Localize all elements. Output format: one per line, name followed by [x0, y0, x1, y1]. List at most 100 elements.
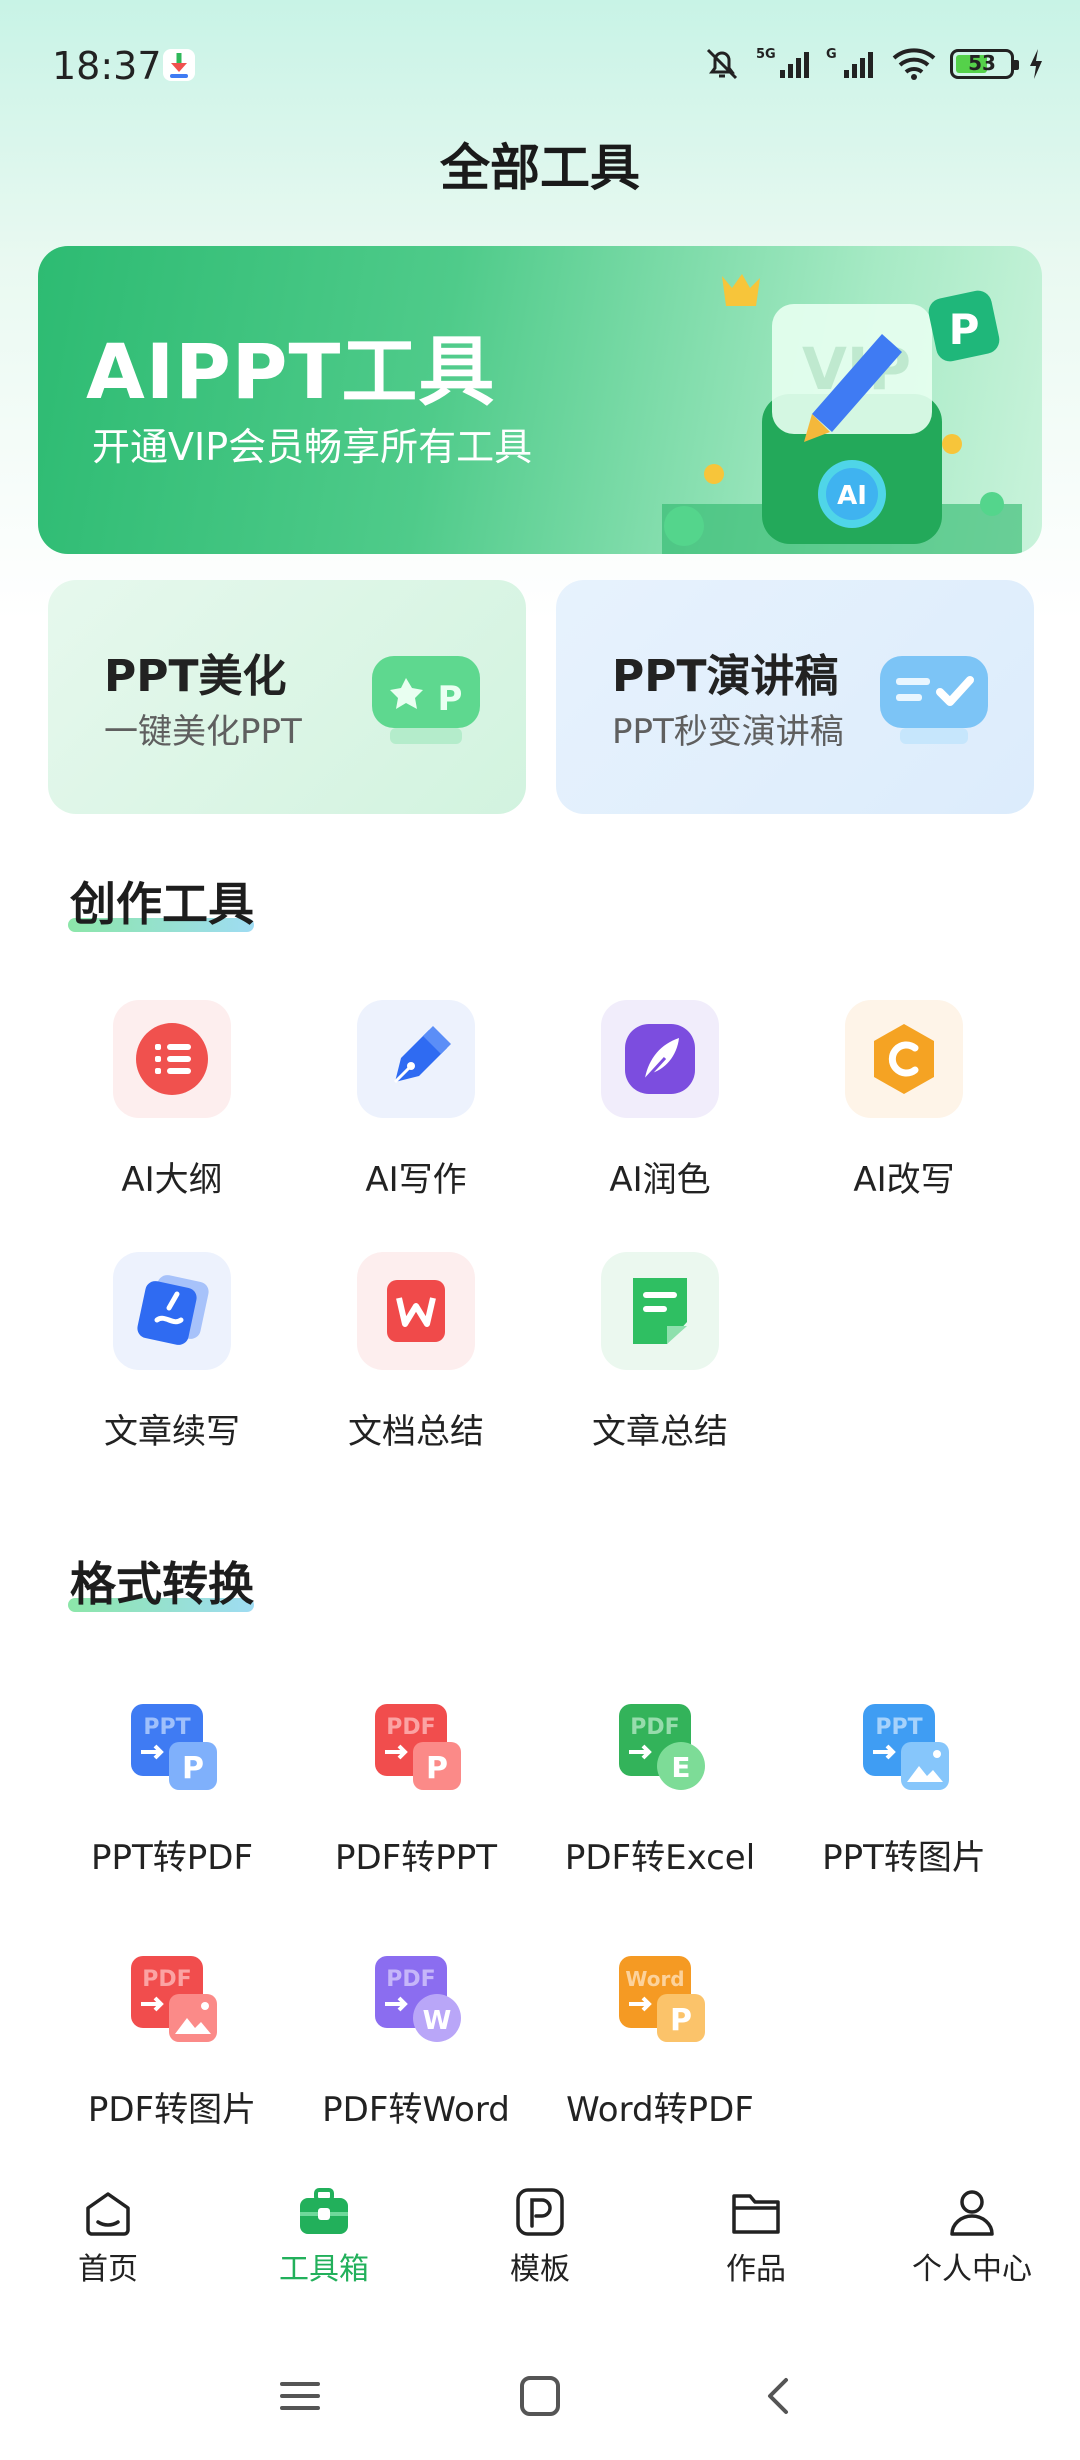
battery-level: 53 — [968, 51, 996, 75]
tool-ppt-to-pdf[interactable]: PPT P PPT转PDF — [50, 1690, 294, 1879]
bottom-navigation: 首页 工具箱 模板 作品 个人中心 — [0, 2160, 1080, 2310]
svg-text:5G: 5G — [756, 47, 776, 62]
nav-profile[interactable]: 个人中心 — [892, 2184, 1052, 2288]
p-badge-text: P — [949, 305, 980, 354]
tool-pdf-to-image[interactable]: PDF PDF转图片 — [50, 1942, 294, 2131]
outline-icon — [113, 1000, 231, 1118]
menu-icon[interactable] — [278, 2374, 322, 2418]
nav-templates[interactable]: 模板 — [460, 2184, 620, 2288]
tool-ai-writing[interactable]: AI写作 — [294, 1000, 538, 1201]
nav-label: 作品 — [726, 2252, 786, 2287]
tool-label: 文档总结 — [348, 1412, 484, 1452]
vip-banner[interactable]: AIPPT工具 开通VIP会员畅享所有工具 VIP AI P — [38, 246, 1042, 554]
signal-g-icon: G — [826, 47, 873, 78]
signal-5g-icon: 5G — [756, 47, 809, 78]
system-navigation-bar — [0, 2340, 1080, 2460]
ppt-beautify-card[interactable]: PPT美化 一键美化PPT P — [48, 580, 526, 814]
tool-article-summary[interactable]: 文章总结 — [538, 1252, 782, 1453]
toolbox-illustration-icon: VIP AI P — [662, 274, 1022, 554]
svg-text:W: W — [423, 2006, 452, 2036]
svg-text:P: P — [182, 1751, 204, 1786]
continue-writing-icon — [113, 1252, 231, 1370]
card-title: PPT美化 — [104, 651, 287, 702]
tool-label: PDF转Excel — [564, 1838, 756, 1878]
tool-label: PPT转PDF — [90, 1838, 253, 1878]
tool-ai-rewrite[interactable]: AI改写 — [782, 1000, 1026, 1201]
card-title: PPT演讲稿 — [612, 651, 839, 702]
tool-label: Word转PDF — [566, 2090, 754, 2130]
tool-label: 文章续写 — [104, 1412, 240, 1452]
svg-text:P: P — [426, 1751, 448, 1786]
ppt-to-pdf-icon: PPT P — [113, 1690, 231, 1808]
nav-toolbox[interactable]: 工具箱 — [244, 2184, 404, 2288]
status-icons: 5G G 53 — [702, 44, 1044, 84]
svg-text:P: P — [670, 2003, 692, 2038]
home-square-icon[interactable] — [518, 2374, 562, 2418]
svg-text:PDF: PDF — [386, 1967, 435, 1992]
mute-icon — [706, 48, 738, 80]
wifi-icon — [892, 48, 936, 80]
feather-icon — [601, 1000, 719, 1118]
status-time: 18:37 — [52, 44, 162, 88]
svg-text:G: G — [826, 47, 837, 62]
pdf-to-ppt-icon: PDF P — [357, 1690, 475, 1808]
svg-text:P: P — [438, 679, 463, 719]
svg-text:PDF: PDF — [386, 1715, 435, 1740]
svg-text:PPT: PPT — [143, 1715, 190, 1740]
nav-label: 工具箱 — [279, 2252, 369, 2287]
section-title-creation: 创作工具 — [68, 877, 254, 932]
tool-word-to-pdf[interactable]: Word P Word转PDF — [538, 1942, 782, 2131]
nav-label: 个人中心 — [912, 2252, 1032, 2287]
article-summary-icon — [601, 1252, 719, 1370]
charging-icon — [1030, 49, 1042, 79]
card-subtitle: PPT秒变演讲稿 — [612, 712, 844, 752]
rewrite-icon — [845, 1000, 963, 1118]
tool-ppt-to-image[interactable]: PPT PPT转图片 — [782, 1690, 1026, 1879]
svg-text:PPT: PPT — [875, 1715, 922, 1740]
battery-icon: 53 — [950, 49, 1019, 79]
ai-badge-text: AI — [837, 481, 867, 511]
tool-pdf-to-excel[interactable]: PDF E PDF转Excel — [538, 1690, 782, 1879]
template-icon — [516, 2188, 564, 2236]
page-title: 全部工具 — [440, 139, 640, 197]
svg-text:E: E — [671, 1751, 690, 1784]
tool-label: AI润色 — [609, 1160, 711, 1200]
tool-pdf-to-ppt[interactable]: PDF P PDF转PPT — [294, 1690, 538, 1879]
home-icon — [86, 2192, 130, 2236]
tool-label: PDF转PPT — [334, 1838, 497, 1878]
tool-label: AI写作 — [365, 1160, 467, 1200]
tool-ai-polish[interactable]: AI润色 — [538, 1000, 782, 1201]
tool-pdf-to-word[interactable]: PDF W PDF转Word — [294, 1942, 538, 2131]
back-icon[interactable] — [758, 2374, 802, 2418]
tool-label: PDF转图片 — [87, 2090, 257, 2130]
pdf-to-excel-icon: PDF E — [601, 1690, 719, 1808]
folder-icon — [732, 2194, 780, 2234]
banner-subtitle: 开通VIP会员畅享所有工具 — [92, 425, 533, 469]
card-subtitle: 一键美化PPT — [104, 712, 302, 752]
ppt-to-image-icon: PPT — [845, 1690, 963, 1808]
status-bar: 18:37 5G G 53 — [0, 0, 1080, 130]
pen-icon — [357, 1000, 475, 1118]
tool-label: PPT转图片 — [822, 1838, 986, 1878]
nav-label: 首页 — [78, 2252, 138, 2287]
nav-label: 模板 — [510, 2252, 570, 2287]
nav-home[interactable]: 首页 — [28, 2184, 188, 2288]
tool-label: AI大纲 — [121, 1160, 223, 1200]
tool-ai-outline[interactable]: AI大纲 — [50, 1000, 294, 1201]
svg-text:Word: Word — [625, 1967, 684, 1991]
tool-doc-summary[interactable]: 文档总结 — [294, 1252, 538, 1453]
pdf-to-image-icon: PDF — [113, 1942, 231, 2060]
pdf-to-word-icon: PDF W — [357, 1942, 475, 2060]
nav-works[interactable]: 作品 — [676, 2184, 836, 2288]
tool-label: 文章总结 — [592, 1412, 728, 1452]
word-summary-icon — [357, 1252, 475, 1370]
word-to-pdf-icon: Word P — [601, 1942, 719, 2060]
section-title-convert: 格式转换 — [68, 1557, 254, 1612]
toolbox-icon — [300, 2188, 348, 2234]
svg-text:PDF: PDF — [142, 1967, 191, 1992]
ppt-speech-card[interactable]: PPT演讲稿 PPT秒变演讲稿 — [556, 580, 1034, 814]
tool-continue-writing[interactable]: 文章续写 — [50, 1252, 294, 1453]
tool-label: AI改写 — [853, 1160, 955, 1200]
magic-wand-icon: P — [372, 656, 480, 744]
person-icon — [950, 2190, 994, 2236]
